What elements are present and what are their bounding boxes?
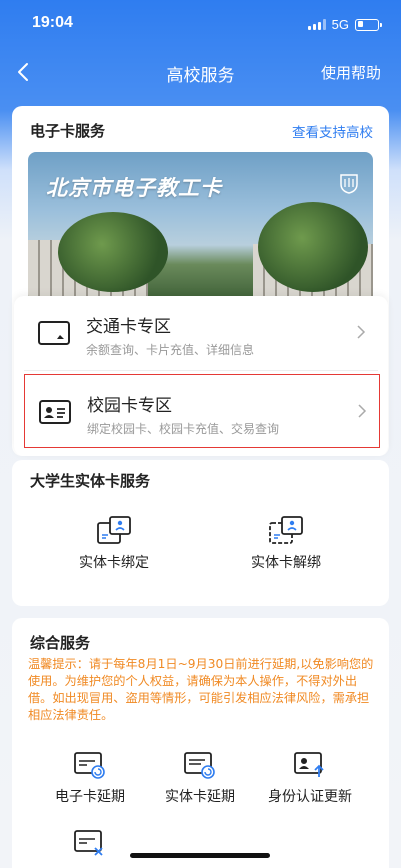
physical-card-extend-label: 实体卡延期 xyxy=(165,789,235,805)
option-divider xyxy=(24,370,378,371)
physical-card-extend-icon xyxy=(184,752,215,779)
battery-icon xyxy=(355,18,382,31)
supported-schools-link[interactable]: 查看支持高校 xyxy=(292,121,373,141)
status-time: 19:04 xyxy=(32,14,73,31)
transit-card-zone[interactable]: 交通卡专区 余额查询、卡片充值、详细信息 xyxy=(24,296,378,370)
ecard-extend-button[interactable]: 电子卡延期 xyxy=(30,750,150,806)
banner-tree-left xyxy=(58,212,168,292)
campus-card-zone[interactable]: 校园卡专区 绑定校园卡、校园卡充值、交易查询 xyxy=(24,374,380,448)
campus-card-icon xyxy=(39,400,71,424)
card-option-panel: 交通卡专区 余额查询、卡片充值、详细信息 校园卡专区 绑定校园卡、校园卡充值、交… xyxy=(14,296,388,456)
physical-section-title: 大学生实体卡服务 xyxy=(30,472,151,490)
network-label: 5G xyxy=(331,17,349,32)
status-indicators: 5G xyxy=(307,17,382,32)
school-logo-icon xyxy=(340,174,358,194)
card-unbind-icon xyxy=(269,516,303,544)
transit-card-icon xyxy=(38,321,70,345)
physical-card-service: 大学生实体卡服务 实体卡绑定 实体卡解绑 xyxy=(12,460,389,606)
ecard-section-title: 电子卡服务 xyxy=(30,122,106,140)
identity-update-icon xyxy=(294,752,324,777)
warm-notice: 温馨提示：请于每年8月1日~9月30日前进行延期,以免影响您的使用。为维护您的个… xyxy=(28,657,374,722)
comprehensive-section-title: 综合服务 xyxy=(30,634,91,652)
help-link[interactable]: 使用帮助 xyxy=(321,62,381,83)
transit-card-title: 交通卡专区 xyxy=(86,317,171,337)
card-unbind-label: 实体卡解绑 xyxy=(251,555,321,571)
ecard-extend-icon xyxy=(74,752,105,779)
card-cancel-icon xyxy=(74,830,103,856)
card-bind-label: 实体卡绑定 xyxy=(79,555,149,571)
banner-title: 北京市电子教工卡 xyxy=(46,176,222,200)
status-bar: 19:04 5G xyxy=(0,0,401,50)
chevron-right-icon xyxy=(357,325,366,339)
transit-card-subtitle: 余额查询、卡片充值、详细信息 xyxy=(86,343,255,357)
identity-update-button[interactable]: 身份认证更新 xyxy=(250,750,370,806)
chevron-right-icon xyxy=(358,404,367,418)
card-unbind-button[interactable]: 实体卡解绑 xyxy=(226,516,346,572)
physical-card-extend-button[interactable]: 实体卡延期 xyxy=(140,750,260,806)
card-bind-icon xyxy=(97,516,131,544)
ecard-extend-label: 电子卡延期 xyxy=(55,789,125,805)
campus-card-subtitle: 绑定校园卡、校园卡充值、交易查询 xyxy=(87,422,280,436)
identity-update-label: 身份认证更新 xyxy=(268,789,352,805)
banner-tree-right xyxy=(258,202,368,292)
campus-card-title: 校园卡专区 xyxy=(87,396,172,416)
nav-bar: 高校服务 使用帮助 xyxy=(0,50,401,94)
signal-icon xyxy=(307,19,326,30)
home-indicator xyxy=(130,853,270,858)
card-bind-button[interactable]: 实体卡绑定 xyxy=(54,516,174,572)
ecard-banner[interactable]: 北京市电子教工卡 xyxy=(28,152,373,302)
comprehensive-service: 综合服务 温馨提示：请于每年8月1日~9月30日前进行延期,以免影响您的使用。为… xyxy=(12,618,389,868)
